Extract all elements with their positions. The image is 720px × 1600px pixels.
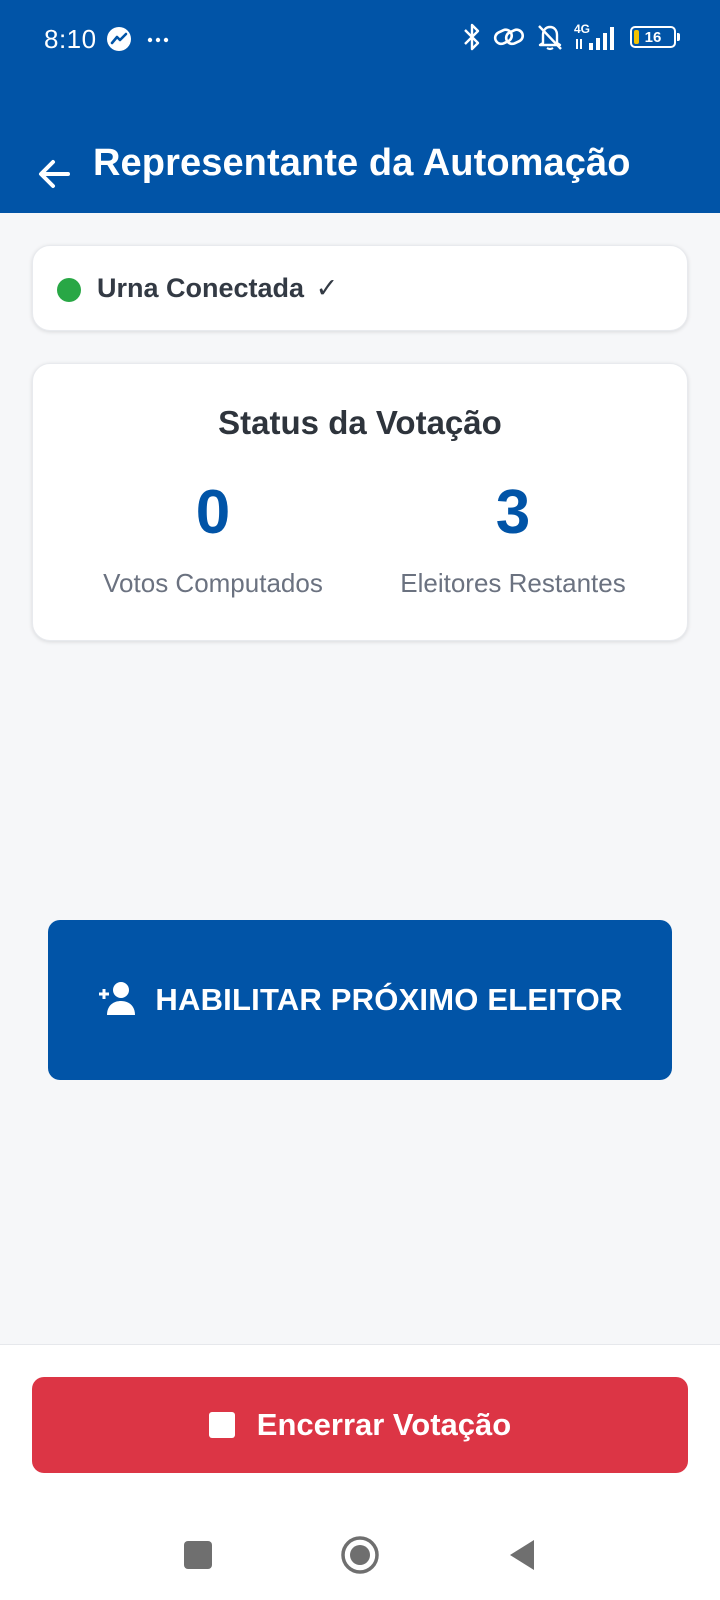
connection-status-text: Urna Conectada ✓	[97, 273, 338, 304]
back-arrow-icon[interactable]	[34, 152, 74, 192]
toolbar: Representante da Automação	[0, 130, 720, 200]
bottom-panel: Encerrar Votação	[0, 1344, 720, 1600]
battery-level: 16	[644, 28, 662, 46]
enable-next-voter-label: HABILITAR PRÓXIMO ELEITOR	[155, 982, 623, 1017]
votes-computed-stat: 0 Votos Computados	[63, 482, 363, 599]
system-nav-bar	[0, 1525, 720, 1600]
remaining-voters-stat: 3 Eleitores Restantes	[363, 482, 663, 599]
status-time: 8:10	[44, 24, 97, 54]
battery-icon: 16	[630, 26, 680, 48]
app-root: 8:10 4G 16 Representante da Automação Ur…	[0, 0, 720, 1600]
stop-icon	[208, 1412, 235, 1438]
messenger-icon	[106, 26, 132, 57]
connection-indicator-dot	[57, 278, 81, 302]
connection-status-card: Urna Conectada ✓	[32, 245, 688, 331]
connection-label: Urna Conectada	[97, 273, 305, 303]
add-person-icon	[97, 979, 137, 1022]
voting-status-title: Status da Votação	[218, 404, 502, 441]
signal-4g-icon: 4G	[574, 22, 620, 52]
end-voting-label: Encerrar Votação	[256, 1407, 512, 1442]
more-dots-icon	[146, 26, 170, 57]
votes-computed-value: 0	[195, 478, 231, 547]
votes-computed-label: Votos Computados	[103, 568, 323, 598]
enable-next-voter-button[interactable]: HABILITAR PRÓXIMO ELEITOR	[48, 920, 672, 1080]
link-icon	[493, 28, 525, 46]
remaining-voters-value: 3	[495, 478, 531, 547]
remaining-voters-label: Eleitores Restantes	[400, 568, 626, 598]
check-mark-icon: ✓	[315, 273, 339, 303]
end-voting-button[interactable]: Encerrar Votação	[32, 1377, 688, 1473]
bluetooth-icon	[464, 23, 480, 51]
home-icon[interactable]	[330, 1525, 390, 1585]
page-title: Representante da Automação	[93, 142, 631, 184]
app-header: 8:10 4G 16 Representante da Automação	[0, 0, 720, 213]
status-bar: 8:10 4G 16	[0, 0, 720, 80]
status-icons: 4G 16	[462, 22, 680, 52]
bell-off-icon	[538, 25, 562, 51]
back-icon[interactable]	[492, 1525, 552, 1585]
voting-status-card: Status da Votação 0 Votos Computados 3 E…	[32, 363, 688, 641]
recent-apps-icon[interactable]	[168, 1525, 228, 1585]
